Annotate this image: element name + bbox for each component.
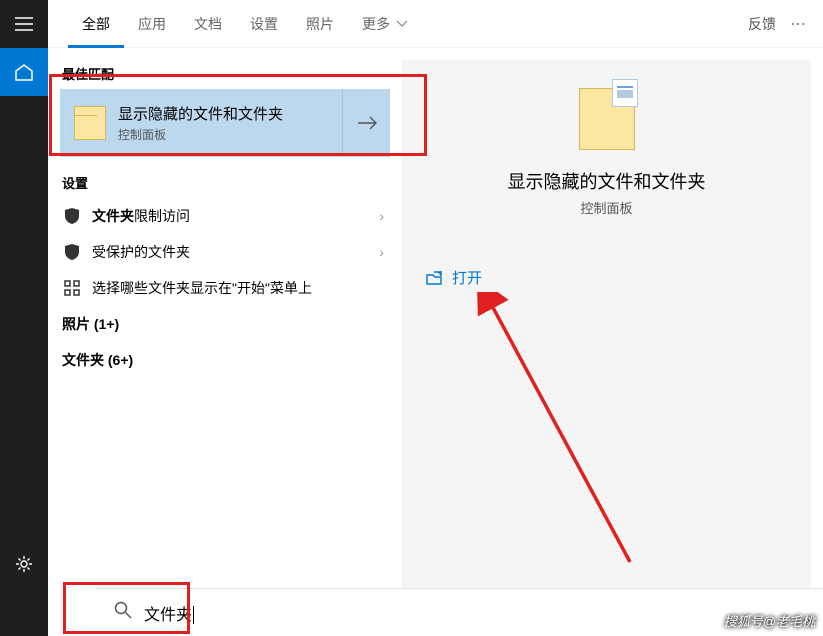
- open-button[interactable]: 打开: [426, 267, 482, 288]
- list-item-label: 文件夹限制访问: [92, 206, 190, 226]
- search-input[interactable]: 文件夹: [144, 601, 194, 625]
- settings-section-label: 设置: [60, 165, 390, 198]
- folder-large-icon: [579, 88, 635, 150]
- list-item-label: 受保护的文件夹: [92, 242, 190, 262]
- shield-icon: [62, 206, 82, 226]
- expand-arrow-icon[interactable]: [342, 89, 390, 157]
- list-item[interactable]: 文件夹限制访问 ›: [60, 198, 390, 234]
- tab-docs[interactable]: 文档: [180, 0, 236, 48]
- tab-apps[interactable]: 应用: [124, 0, 180, 48]
- results-column: 最佳匹配 显示隐藏的文件和文件夹 控制面板 设置 文件夹限制访问 ›: [48, 48, 402, 636]
- home-icon[interactable]: [0, 48, 48, 96]
- best-match-label: 最佳匹配: [60, 58, 390, 89]
- preview-sub: 控制面板: [580, 198, 632, 217]
- preview-title: 显示隐藏的文件和文件夹: [508, 168, 706, 194]
- more-options-icon[interactable]: ⋯: [784, 14, 813, 34]
- feedback-link[interactable]: 反馈: [748, 14, 776, 34]
- hamburger-icon[interactable]: [0, 0, 48, 48]
- tab-all[interactable]: 全部: [68, 0, 124, 48]
- shield-icon: [62, 242, 82, 262]
- tab-settings[interactable]: 设置: [236, 0, 292, 48]
- chevron-down-icon: [396, 15, 408, 33]
- list-item-label: 选择哪些文件夹显示在"开始"菜单上: [92, 278, 312, 298]
- tab-photos[interactable]: 照片: [292, 0, 348, 48]
- search-icon: [114, 601, 132, 624]
- main-area: 全部 应用 文档 设置 照片 更多 反馈 ⋯ 最佳匹配 显示隐藏的文件和文件夹 …: [48, 0, 823, 636]
- folder-icon: [74, 106, 106, 140]
- open-icon: [426, 271, 442, 285]
- list-item[interactable]: 选择哪些文件夹显示在"开始"菜单上: [60, 270, 390, 306]
- best-match-title: 显示隐藏的文件和文件夹: [118, 103, 283, 124]
- best-match-item[interactable]: 显示隐藏的文件和文件夹 控制面板: [60, 89, 390, 157]
- best-match-sub: 控制面板: [118, 126, 283, 143]
- chevron-right-icon: ›: [379, 244, 384, 260]
- best-match-text: 显示隐藏的文件和文件夹 控制面板: [118, 103, 283, 143]
- tabs-right: 反馈 ⋯: [748, 14, 813, 34]
- tab-bar: 全部 应用 文档 设置 照片 更多 反馈 ⋯: [48, 0, 823, 48]
- watermark: 搜狐号@老毛桃: [724, 611, 815, 630]
- gear-icon[interactable]: [0, 540, 48, 588]
- open-label: 打开: [452, 267, 482, 288]
- list-item[interactable]: 受保护的文件夹 ›: [60, 234, 390, 270]
- folders-category[interactable]: 文件夹 (6+): [60, 342, 390, 378]
- sidebar-rail: [0, 0, 48, 636]
- preview-pane: 显示隐藏的文件和文件夹 控制面板 打开: [402, 60, 811, 624]
- photos-category[interactable]: 照片 (1+): [60, 306, 390, 342]
- grid-icon: [62, 278, 82, 298]
- search-bar[interactable]: 文件夹: [96, 588, 823, 636]
- chevron-right-icon: ›: [379, 208, 384, 224]
